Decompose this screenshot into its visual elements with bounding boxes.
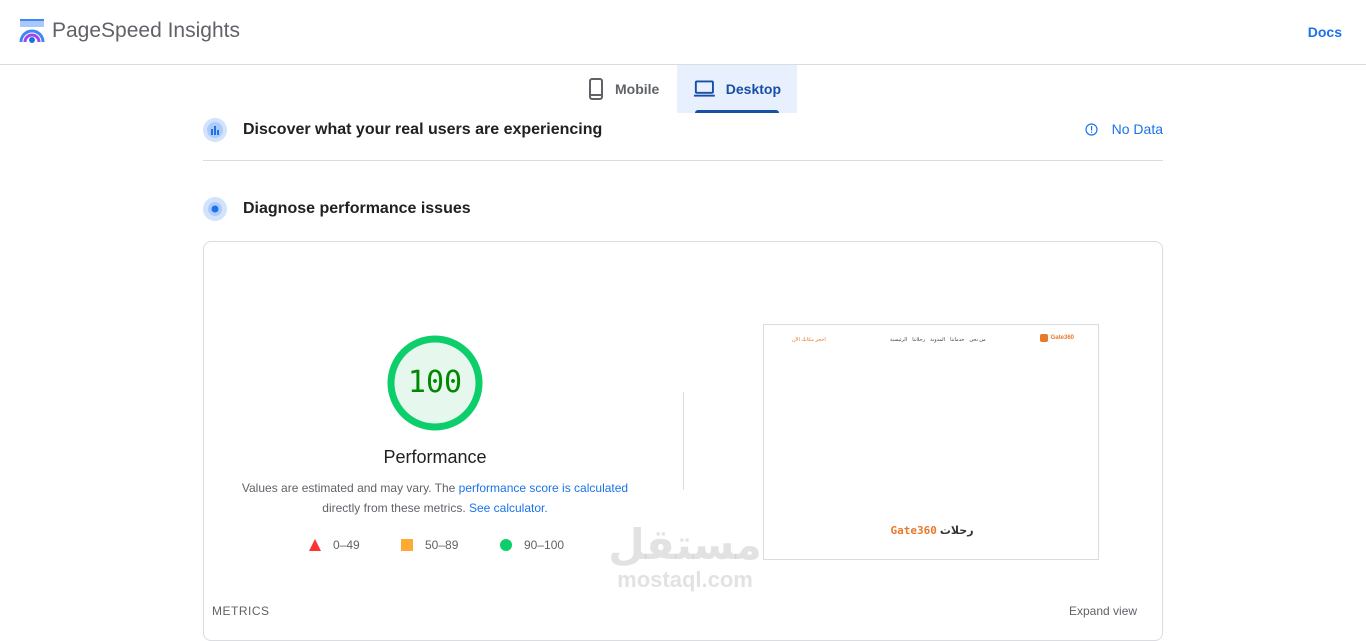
expand-view-link[interactable]: Expand view [1069,604,1137,618]
field-data-title: Discover what your real users are experi… [243,121,603,138]
final-screenshot[interactable]: احجز مكانك الآن الرئيسية رحلاتنا المدونة… [763,324,1099,560]
screenshot-hero: Gate360 رحلات [764,524,1098,537]
performance-description: Values are estimated and may vary. The p… [225,478,645,518]
legend-average-range: 50–89 [425,538,459,552]
tab-desktop-label: Desktop [725,81,781,97]
desc-middle: directly from these metrics. [322,501,469,515]
screenshot-nav-item: الرئيسية [890,337,908,343]
screenshot-nav-item: خدماتنا [950,337,965,343]
orange-square-icon [401,539,413,551]
metrics-label: METRICS [212,604,270,618]
device-tabs: Mobile Desktop [571,65,797,113]
green-circle-icon [500,539,512,551]
info-icon [1085,122,1098,136]
screenshot-nav-item: من نحن [969,337,986,343]
screenshot-logo: Gate360 [1039,334,1074,342]
no-data-label: No Data [1111,121,1163,137]
tab-mobile[interactable]: Mobile [571,65,677,113]
see-calculator-link[interactable]: See calculator. [469,501,548,515]
red-triangle-icon [309,539,321,551]
vertical-separator [683,392,684,490]
lab-data-section: Diagnose performance issues [203,196,1163,222]
screenshot-nav-item: المدونة [930,337,946,343]
performance-score: 100 [407,365,463,400]
screenshot-nav-item: رحلاتنا [912,337,926,343]
screenshot-logo-text: Gate360 [1050,335,1074,341]
tab-mobile-label: Mobile [615,81,660,97]
screenshot-nav: الرئيسية رحلاتنا المدونة خدماتنا من نحن [890,337,986,343]
section-divider [203,160,1163,161]
screenshot-hero-word: رحلات [939,525,974,537]
phone-icon [589,78,603,100]
diagnose-icon [203,197,227,221]
pagespeed-logo-icon[interactable] [19,18,45,44]
performance-label: Performance [383,447,487,467]
desc-prefix: Values are estimated and may vary. The [241,481,459,495]
lab-data-title: Diagnose performance issues [243,200,471,217]
legend-fail: 0–49 [309,538,360,552]
docs-link[interactable]: Docs [1308,24,1342,40]
no-data-status[interactable]: No Data [1085,121,1163,137]
score-calculated-link[interactable]: performance score is calculated [459,481,628,495]
laptop-icon [693,80,715,97]
legend-pass: 90–100 [500,538,564,552]
field-data-section: Discover what your real users are experi… [203,117,1163,143]
top-bar: PageSpeed Insights Docs [0,0,1366,65]
app-title: PageSpeed Insights [52,19,240,42]
legend-average: 50–89 [401,538,458,552]
legend-pass-range: 90–100 [524,538,565,552]
tab-desktop[interactable]: Desktop [677,65,797,113]
users-chart-icon [203,118,227,142]
screenshot-hero-brand: Gate360 [890,524,937,537]
screenshot-logo-icon [1039,334,1048,342]
legend-fail-range: 0–49 [333,538,360,552]
screenshot-cta: احجز مكانك الآن [792,337,826,343]
